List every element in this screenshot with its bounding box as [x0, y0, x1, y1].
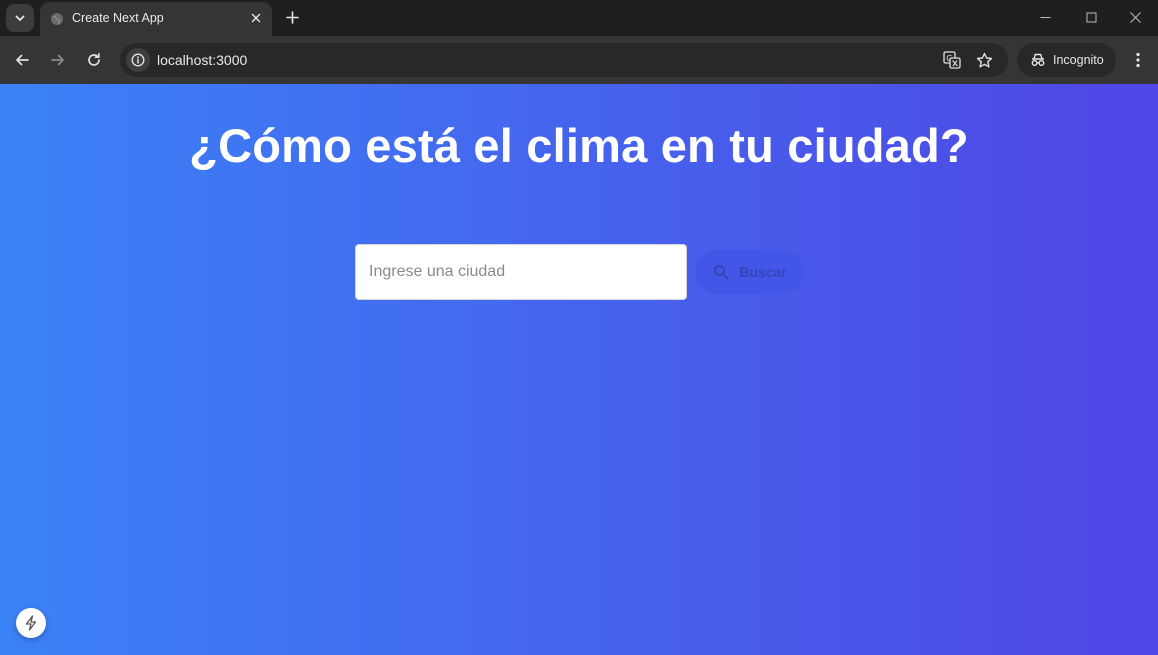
window-close-button[interactable]: [1112, 0, 1158, 34]
active-tab[interactable]: Create Next App: [40, 2, 272, 36]
plus-icon: [285, 10, 299, 24]
search-button-label: Buscar: [739, 264, 787, 280]
info-icon: [131, 53, 145, 67]
tab-strip: Create Next App: [0, 0, 1158, 36]
translate-button[interactable]: G: [942, 50, 962, 70]
reload-icon: [88, 52, 100, 66]
browser-toolbar: localhost:3000 G Incognito: [0, 36, 1158, 84]
close-icon: [251, 13, 261, 23]
chevron-down-icon: [15, 15, 25, 21]
incognito-icon: [1031, 53, 1045, 66]
more-vert-icon: [1136, 52, 1140, 68]
forward-icon: [51, 54, 64, 66]
translate-icon: G: [943, 51, 961, 69]
nextjs-dev-indicator[interactable]: [16, 608, 46, 638]
address-bar[interactable]: localhost:3000 G: [120, 43, 1008, 77]
tab-search-button[interactable]: [6, 4, 34, 32]
new-tab-button[interactable]: [281, 6, 303, 28]
maximize-icon: [1086, 12, 1096, 22]
back-icon: [16, 54, 29, 66]
incognito-indicator[interactable]: Incognito: [1017, 43, 1116, 77]
maximize-button[interactable]: [1068, 0, 1114, 34]
minimize-icon: [1040, 16, 1050, 18]
site-info-button[interactable]: [126, 48, 150, 72]
minimize-button[interactable]: [1022, 0, 1068, 34]
tab-title: Create Next App: [72, 11, 164, 25]
reload-button[interactable]: [80, 46, 108, 74]
search-button[interactable]: Buscar: [695, 250, 805, 294]
incognito-label: Incognito: [1053, 53, 1104, 67]
lightning-bolt-icon: [25, 615, 37, 631]
forward-button[interactable]: [44, 46, 72, 74]
globe-icon: [51, 13, 63, 25]
page-viewport: ¿Cómo está el clima en tu ciudad? Buscar: [0, 84, 1158, 655]
bookmark-button[interactable]: [974, 50, 994, 70]
back-button[interactable]: [8, 46, 36, 74]
window-close-icon: [1129, 11, 1141, 23]
page-title: ¿Cómo está el clima en tu ciudad?: [189, 119, 969, 172]
tab-close-button[interactable]: [248, 10, 264, 26]
star-icon: [976, 52, 992, 67]
city-search-input[interactable]: [355, 244, 687, 300]
search-icon: [714, 264, 729, 280]
url-text: localhost:3000: [157, 52, 248, 68]
browser-menu-button[interactable]: [1126, 46, 1150, 74]
